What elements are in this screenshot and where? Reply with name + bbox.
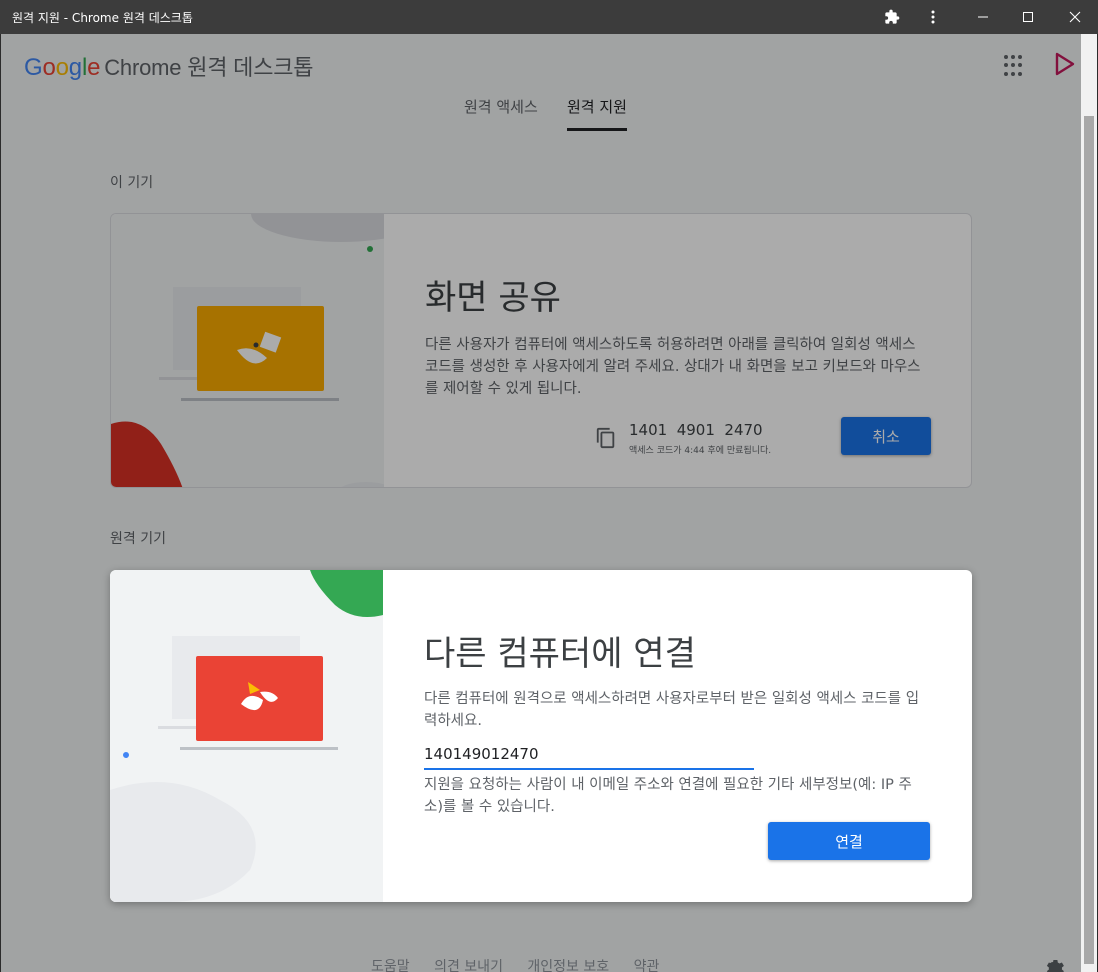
page-scrollbar[interactable] xyxy=(1081,34,1097,972)
connect-button[interactable]: 연결 xyxy=(768,822,930,860)
connect-illustration xyxy=(110,570,383,902)
more-vert-icon[interactable] xyxy=(910,0,956,34)
window-titlebar: 원격 지원 - Chrome 원격 데스크톱 xyxy=(0,0,1098,34)
footer-link-privacy[interactable]: 개인정보 보호 xyxy=(527,959,609,972)
footer-links: 도움말 의견 보내기 개인정보 보호 약관 xyxy=(371,956,679,972)
connect-card: 다른 컴퓨터에 연결 다른 컴퓨터에 원격으로 액세스하려면 사용자로부터 받은… xyxy=(110,570,972,902)
extension-icon[interactable] xyxy=(869,0,915,34)
close-icon[interactable] xyxy=(1052,0,1098,34)
connect-title: 다른 컴퓨터에 연결 xyxy=(424,634,696,674)
footer-link-help[interactable]: 도움말 xyxy=(371,959,410,972)
footer-link-terms[interactable]: 약관 xyxy=(634,959,660,972)
settings-icon[interactable] xyxy=(1041,954,1065,972)
page-viewport: GoogleChrome 원격 데스크톱 원격 액세스 원격 지원 이 기기 xyxy=(1,34,1097,972)
connect-description: 다른 컴퓨터에 원격으로 액세스하려면 사용자로부터 받은 일회성 액세스 코드… xyxy=(424,691,920,729)
maximize-icon[interactable] xyxy=(1005,0,1051,34)
privacy-notice: 지원을 요청하는 사람이 내 이메일 주소와 연결에 필요한 기타 세부정보(예… xyxy=(424,777,912,815)
access-code-input[interactable] xyxy=(424,740,754,770)
scrollbar-thumb[interactable] xyxy=(1084,116,1094,964)
footer-link-feedback[interactable]: 의견 보내기 xyxy=(434,959,503,972)
window-title: 원격 지원 - Chrome 원격 데스크톱 xyxy=(12,11,193,25)
minimize-icon[interactable] xyxy=(960,0,1006,34)
